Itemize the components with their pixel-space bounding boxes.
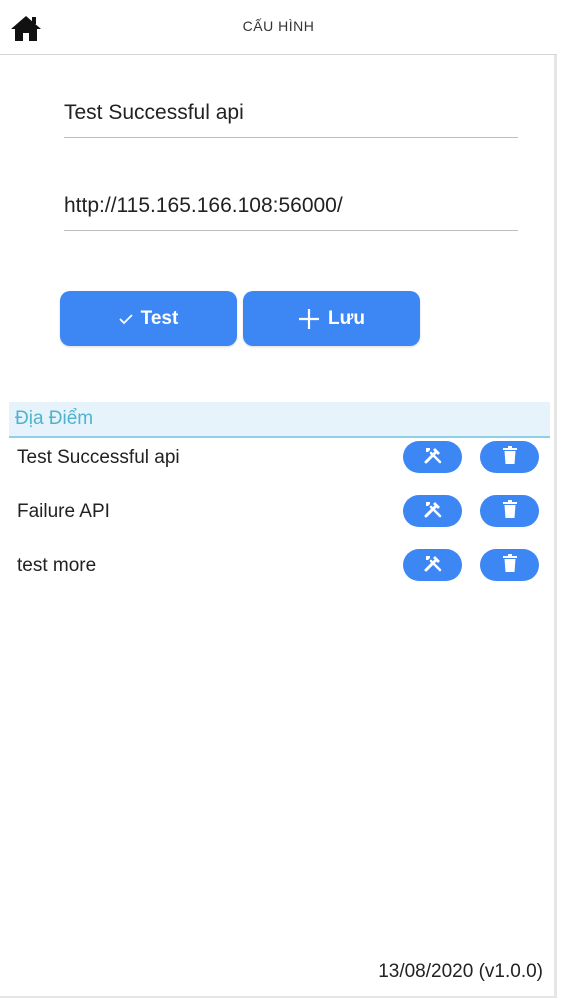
page-title: CẤU HÌNH [242,18,315,34]
check-icon [119,313,133,325]
plus-icon [298,308,320,330]
list-item: Failure API [0,495,557,541]
save-button-label: Lưu [328,307,365,329]
trash-icon [502,445,518,469]
test-button-label: Test [140,307,179,329]
section-title: Địa Điểm [15,408,94,429]
delete-button[interactable] [480,495,539,527]
location-name: Failure API [17,501,110,522]
location-name: Test Successful api [17,447,180,468]
url-input[interactable] [64,194,518,231]
version-label: 13/08/2020 (v1.0.0) [378,961,543,982]
tools-icon [423,553,443,578]
tools-icon [423,445,443,470]
list-item: test more [0,549,557,595]
delete-button[interactable] [480,549,539,581]
location-name: test more [17,555,97,576]
locations-section-header: Địa Điểm [9,402,550,438]
edit-button[interactable] [403,549,462,581]
test-button[interactable]: Test [60,291,237,346]
edit-button[interactable] [403,495,462,527]
trash-icon [502,499,518,523]
name-input[interactable] [64,101,518,138]
trash-icon [502,553,518,577]
app-header: CẤU HÌNH [0,0,557,55]
save-button[interactable]: Lưu [243,291,420,346]
app-frame [0,0,557,998]
edit-button[interactable] [403,441,462,473]
list-item: Test Successful api [0,441,557,487]
delete-button[interactable] [480,441,539,473]
tools-icon [423,499,443,524]
